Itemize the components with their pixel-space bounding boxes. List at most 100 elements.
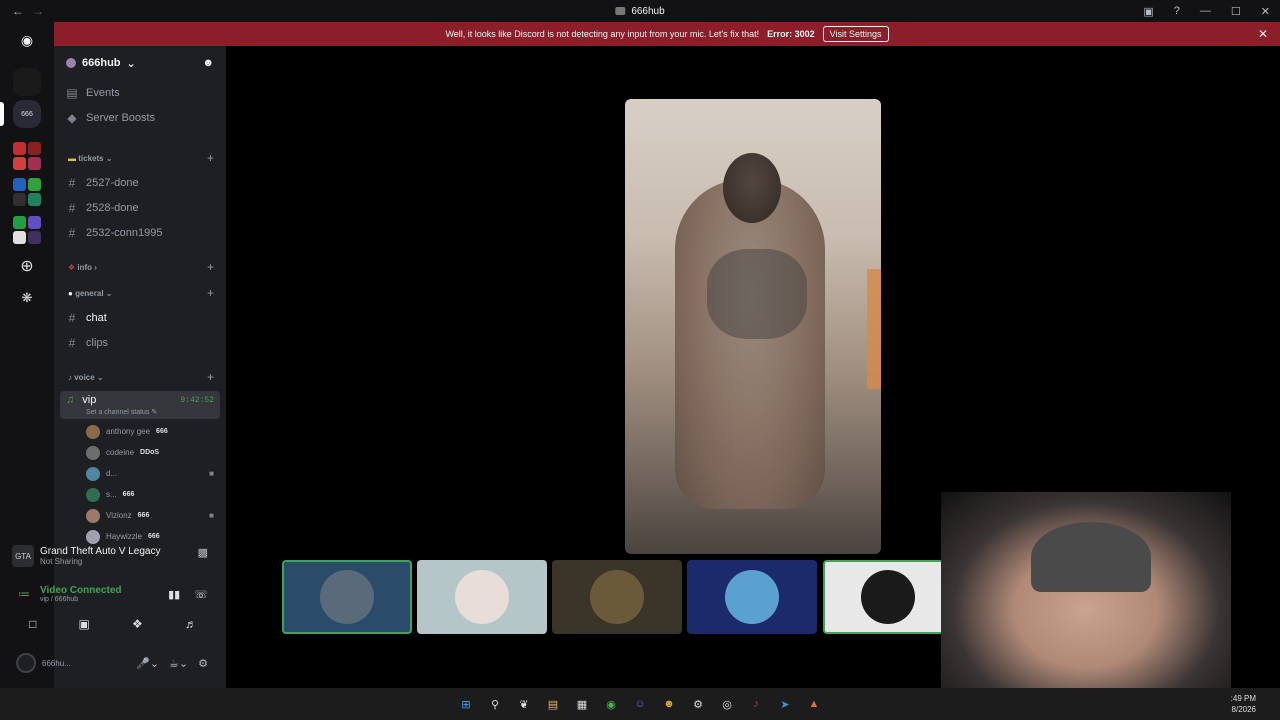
participant-tile-camera-off[interactable] — [282, 560, 412, 634]
steam-icon[interactable]: ⚙ — [689, 695, 707, 713]
channel-clips[interactable]: # clips — [54, 330, 226, 355]
server-icon-dark[interactable] — [13, 68, 41, 96]
video-subject — [675, 179, 825, 509]
channel-2528-done[interactable]: #2528-done — [54, 195, 226, 220]
events-item[interactable]: ▤ Events — [54, 80, 226, 105]
participant-avatar — [320, 570, 374, 624]
channel-status[interactable]: Set a channel status ✎ — [66, 408, 214, 416]
category-info[interactable]: ❖ info › + — [54, 255, 226, 279]
visit-settings-button[interactable]: Visit Settings — [822, 26, 889, 42]
server-icon-666hub[interactable]: 666 — [13, 100, 41, 128]
user-panel: 666hu... 🎤⌄ ☕⌄ ⚙ — [8, 648, 220, 678]
window-title: 666hub — [615, 6, 665, 17]
add-server-icon[interactable]: ⊕ — [13, 252, 41, 280]
signal-icon: ≔ — [18, 587, 30, 601]
speaker-icon: ♪ — [68, 372, 72, 382]
minimize-icon[interactable]: — — [1200, 5, 1211, 17]
inbox-icon[interactable]: ▣ — [1143, 5, 1153, 18]
selected-server-pill — [0, 102, 4, 126]
voice-location[interactable]: vip / 666hub — [40, 596, 122, 603]
user-name[interactable]: 666hu... — [42, 659, 71, 668]
back-arrow-icon[interactable]: ← — [12, 4, 24, 18]
server-boosts-item[interactable]: ◆ Server Boosts — [54, 105, 226, 130]
server-folder-3[interactable] — [13, 216, 41, 244]
title-bar: ← → 666hub ▣ ? — ☐ ✕ — [0, 0, 1280, 22]
copilot-icon[interactable]: ❦ — [515, 695, 533, 713]
voice-member-list: anthony gee 666 codeine DDoS d... ■ s... 666 Viz… — [54, 421, 226, 547]
voice-member[interactable]: d... ■ — [54, 463, 226, 484]
taskbar-icons: ⊞ ⚲ ❦ ▤ ▦ ◉ ☺ ☻ ⚙ ◎ ♪ ➤ ▲ — [457, 695, 823, 713]
voice-member[interactable]: Vizionz 666 ■ — [54, 505, 226, 526]
taskbar-clock[interactable]: :49 PM 8/2026 — [1231, 693, 1256, 715]
voice-channel-vip[interactable]: ♫ vip 9:42:52 Set a channel status ✎ — [60, 391, 220, 419]
emoji-icon[interactable]: ☻ — [660, 695, 678, 713]
server-folder-1[interactable] — [13, 142, 41, 170]
add-channel-icon[interactable]: + — [207, 370, 214, 384]
activity-panel: GTA Grand Theft Auto V Legacy Not Sharin… — [8, 536, 218, 576]
voice-connected-panel: ≔ Video Connected vip / 666hub ▮▮ ☏ — [8, 578, 220, 610]
activities-icon[interactable]: ❖ — [132, 617, 143, 631]
camera-off-icon[interactable]: □ — [29, 617, 36, 631]
mic-icon[interactable]: 🎤⌄ — [136, 657, 159, 670]
channel-2532-conn1995[interactable]: #2532-conn1995 — [54, 220, 226, 245]
add-channel-icon[interactable]: + — [207, 151, 214, 165]
participant-tile-avatar-man[interactable] — [552, 560, 682, 634]
stream-game-icon[interactable]: ▩ — [198, 546, 208, 559]
close-notice-icon[interactable]: ✕ — [1258, 27, 1268, 41]
voice-member[interactable]: s... 666 — [54, 484, 226, 505]
add-channel-icon[interactable]: + — [207, 286, 214, 300]
channel-chat[interactable]: # chat — [54, 305, 226, 330]
category-tickets[interactable]: ▬ tickets ⌄ + — [54, 146, 226, 170]
server-header[interactable]: 666hub ⌄ ☻ — [54, 46, 226, 80]
notice-message: Well, it looks like Discord is not detec… — [445, 29, 760, 39]
add-channel-icon[interactable]: + — [207, 260, 214, 274]
maximize-icon[interactable]: ☐ — [1231, 5, 1241, 18]
participant-avatar — [455, 570, 509, 624]
participant-tile-avatar-woman[interactable] — [417, 560, 547, 634]
gear-icon[interactable]: ⚙ — [198, 657, 208, 670]
noise-suppression-icon[interactable]: ▮▮ — [168, 588, 180, 601]
voice-member[interactable]: anthony gee 666 — [54, 421, 226, 442]
member-avatar — [86, 445, 100, 460]
tiktok-icon[interactable]: ♪ — [747, 695, 765, 713]
user-avatar[interactable] — [16, 653, 36, 673]
participant-tile-avatar-mustache[interactable] — [823, 560, 953, 634]
server-folder-2[interactable] — [13, 178, 41, 206]
voice-connected-label[interactable]: Video Connected — [40, 585, 122, 596]
forward-arrow-icon[interactable]: → — [32, 4, 44, 18]
windows-icon[interactable]: ⊞ — [457, 695, 475, 713]
focused-video[interactable] — [625, 99, 881, 554]
headphones-icon[interactable]: ☕⌄ — [169, 657, 188, 670]
app-icon[interactable]: ▲ — [805, 695, 823, 713]
chrome-icon[interactable]: ◉ — [602, 695, 620, 713]
voice-member[interactable]: codeine DDoS — [54, 442, 226, 463]
voice-timer: 9:42:52 — [180, 395, 214, 405]
member-tag: 666 — [156, 428, 168, 435]
channel-2527-done[interactable]: #2527-done — [54, 170, 226, 195]
member-avatar — [86, 466, 100, 481]
participant-tile-webcam-gamer[interactable] — [687, 560, 817, 634]
participant-avatar — [590, 570, 644, 624]
folder-icon[interactable]: ▤ — [544, 695, 562, 713]
discover-icon[interactable]: ❋ — [13, 284, 41, 312]
video-stage — [226, 46, 1280, 688]
search-icon[interactable]: ⚲ — [486, 695, 504, 713]
category-voice[interactable]: ♪ voice ⌄ + — [54, 365, 226, 389]
obs-icon[interactable]: ◎ — [718, 695, 736, 713]
category-general[interactable]: ● general ⌄ + — [54, 281, 226, 305]
ticket-emoji-icon: ▬ — [68, 153, 76, 163]
member-tag: 666 — [122, 491, 135, 498]
notice-error: Error: 3002 — [767, 29, 815, 39]
disconnect-icon[interactable]: ☏ — [194, 588, 208, 601]
store-icon[interactable]: ▦ — [573, 695, 591, 713]
invite-icon[interactable]: ☻ — [202, 57, 214, 69]
telegram-icon[interactable]: ➤ — [776, 695, 794, 713]
screen-share-icon[interactable]: ▣ — [78, 617, 89, 631]
close-window-icon[interactable]: ✕ — [1261, 5, 1270, 18]
hash-icon: # — [68, 200, 76, 215]
help-icon[interactable]: ? — [1174, 5, 1180, 17]
discord-icon[interactable]: ☺ — [631, 695, 649, 713]
soundboard-icon[interactable]: ♬ — [185, 617, 197, 631]
webcam-cap — [1031, 522, 1151, 592]
discord-home-icon[interactable]: ◉ — [13, 26, 41, 54]
